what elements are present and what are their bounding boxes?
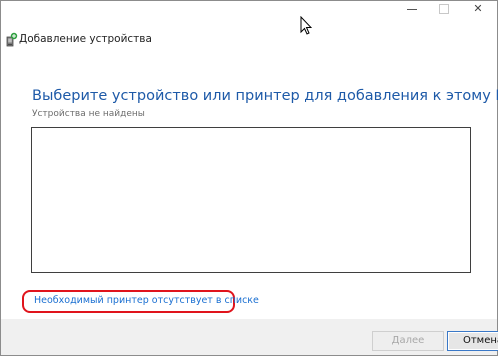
page-heading: Выберите устройство или принтер для доба… [32,88,498,104]
mouse-cursor-icon [300,16,312,35]
maximize-button[interactable] [429,1,459,19]
maximize-icon [439,4,449,14]
device-list[interactable] [31,127,471,273]
cancel-button[interactable]: Отмена [447,331,498,351]
status-text: Устройства не найдены [32,109,145,119]
title-bar[interactable]: ✕ [1,1,497,23]
missing-printer-link[interactable]: Необходимый принтер отсутствует в списке [34,295,259,306]
add-device-icon [6,32,18,47]
dialog-footer: Далее Отмена [1,319,498,355]
add-device-window: ✕ Добавление устройства Выберите устройс… [0,0,498,356]
close-button[interactable]: ✕ [463,1,493,19]
close-icon: ✕ [473,2,483,15]
next-button[interactable]: Далее [372,331,444,351]
minimize-button[interactable] [397,1,427,19]
minimize-icon [407,9,417,10]
window-title: Добавление устройства [19,33,152,45]
highlight-outline: Необходимый принтер отсутствует в списке [22,290,259,313]
